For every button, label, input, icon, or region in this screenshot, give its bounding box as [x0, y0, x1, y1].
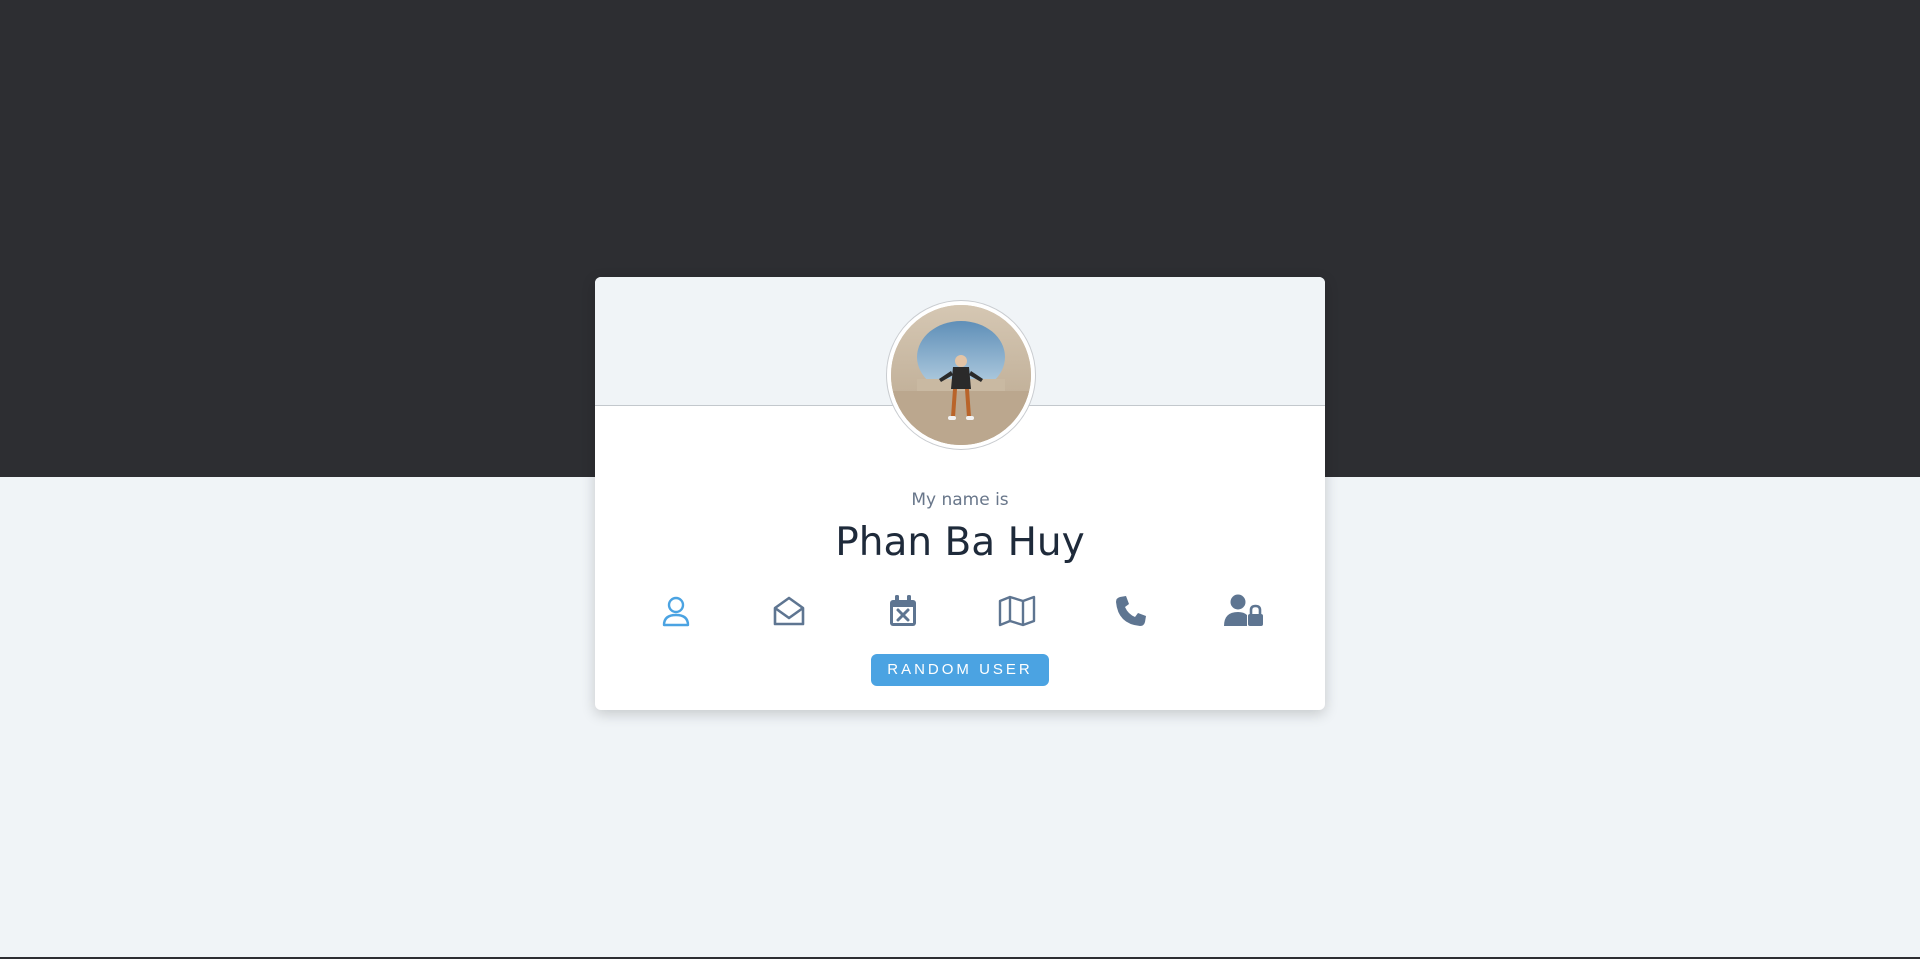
name-label: My name is	[911, 490, 1009, 510]
page: My name is Phan Ba Huy RANDOM USER	[0, 0, 1920, 959]
user-lock-icon	[1224, 594, 1263, 626]
avatar-photo	[891, 305, 1031, 445]
map-icon	[998, 595, 1036, 627]
envelope-open-icon	[773, 596, 805, 626]
tab-email[interactable]	[767, 590, 811, 632]
info-tab-bar	[0, 590, 1920, 632]
user-icon	[662, 596, 690, 627]
phone-icon	[1116, 596, 1146, 626]
avatar	[887, 301, 1035, 449]
tab-name[interactable]	[654, 590, 698, 632]
tab-birthday[interactable]	[881, 590, 925, 632]
random-user-button[interactable]: RANDOM USER	[871, 654, 1049, 686]
tab-phone[interactable]	[1109, 590, 1153, 632]
calendar-x-icon	[890, 595, 916, 626]
tab-password[interactable]	[1222, 590, 1266, 632]
tab-address[interactable]	[995, 590, 1039, 632]
user-name: Phan Ba Huy	[835, 520, 1085, 565]
